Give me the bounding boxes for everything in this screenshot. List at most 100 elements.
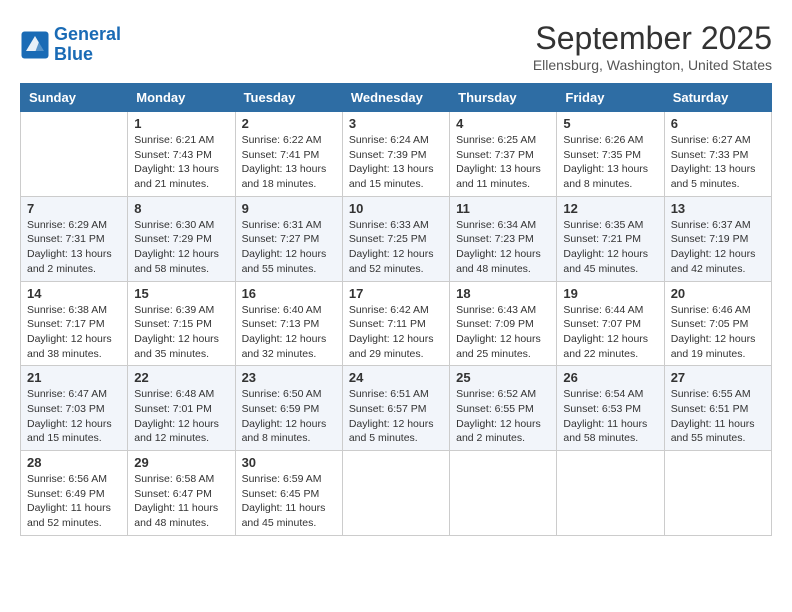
calendar-cell: 11 Sunrise: 6:34 AMSunset: 7:23 PMDayligh…	[450, 196, 557, 281]
day-header-monday: Monday	[128, 84, 235, 112]
day-info: Sunrise: 6:52 AMSunset: 6:55 PMDaylight:…	[456, 387, 550, 446]
calendar-cell: 21 Sunrise: 6:47 AMSunset: 7:03 PMDayligh…	[21, 366, 128, 451]
calendar-cell: 29Sunrise: 6:58 AMSunset: 6:47 PMDayligh…	[128, 451, 235, 536]
calendar-cell: 15Sunrise: 6:39 AMSunset: 7:15 PMDayligh…	[128, 281, 235, 366]
day-number: 18	[456, 286, 550, 301]
calendar-cell	[557, 451, 664, 536]
day-number: 27	[671, 370, 765, 385]
location-subtitle: Ellensburg, Washington, United States	[533, 57, 772, 73]
day-number: 13	[671, 201, 765, 216]
day-info: Sunrise: 6:26 AMSunset: 7:35 PMDaylight:…	[563, 133, 657, 192]
day-info: Sunrise: 6:39 AMSunset: 7:15 PMDaylight:…	[134, 303, 228, 362]
day-header-thursday: Thursday	[450, 84, 557, 112]
calendar-week-3: 14Sunrise: 6:38 AMSunset: 7:17 PMDayligh…	[21, 281, 772, 366]
calendar-week-4: 21 Sunrise: 6:47 AMSunset: 7:03 PMDayligh…	[21, 366, 772, 451]
day-number: 23	[242, 370, 336, 385]
day-number: 11	[456, 201, 550, 216]
day-number: 2	[242, 116, 336, 131]
calendar-cell: 2 Sunrise: 6:22 AMSunset: 7:41 PMDaylight…	[235, 112, 342, 197]
calendar-cell: 26Sunrise: 6:54 AMSunset: 6:53 PMDayligh…	[557, 366, 664, 451]
day-number: 7	[27, 201, 121, 216]
day-number: 30	[242, 455, 336, 470]
calendar-cell: 17Sunrise: 6:42 AMSunset: 7:11 PMDayligh…	[342, 281, 449, 366]
day-number: 17	[349, 286, 443, 301]
day-info: Sunrise: 6:56 AMSunset: 6:49 PMDaylight:…	[27, 472, 121, 531]
calendar-week-1: 1 Sunrise: 6:21 AMSunset: 7:43 PMDaylight…	[21, 112, 772, 197]
calendar-cell	[450, 451, 557, 536]
day-number: 24	[349, 370, 443, 385]
title-block: September 2025 Ellensburg, Washington, U…	[533, 20, 772, 73]
month-title: September 2025	[533, 20, 772, 57]
day-number: 28	[27, 455, 121, 470]
day-info: Sunrise: 6:59 AMSunset: 6:45 PMDaylight:…	[242, 472, 336, 531]
logo-icon	[20, 30, 50, 60]
calendar-cell: 5 Sunrise: 6:26 AMSunset: 7:35 PMDaylight…	[557, 112, 664, 197]
calendar-cell: 28 Sunrise: 6:56 AMSunset: 6:49 PMDayligh…	[21, 451, 128, 536]
day-info: Sunrise: 6:48 AMSunset: 7:01 PMDaylight:…	[134, 387, 228, 446]
calendar-cell: 20 Sunrise: 6:46 AMSunset: 7:05 PMDayligh…	[664, 281, 771, 366]
calendar-cell: 13 Sunrise: 6:37 AMSunset: 7:19 PMDayligh…	[664, 196, 771, 281]
day-info: Sunrise: 6:37 AMSunset: 7:19 PMDaylight:…	[671, 218, 765, 277]
day-info: Sunrise: 6:29 AMSunset: 7:31 PMDaylight:…	[27, 218, 121, 277]
day-number: 19	[563, 286, 657, 301]
day-number: 26	[563, 370, 657, 385]
day-number: 20	[671, 286, 765, 301]
day-number: 12	[563, 201, 657, 216]
day-number: 25	[456, 370, 550, 385]
day-info: Sunrise: 6:34 AMSunset: 7:23 PMDaylight:…	[456, 218, 550, 277]
day-number: 1	[134, 116, 228, 131]
calendar-cell: 6 Sunrise: 6:27 AMSunset: 7:33 PMDaylight…	[664, 112, 771, 197]
day-info: Sunrise: 6:43 AMSunset: 7:09 PMDaylight:…	[456, 303, 550, 362]
calendar-header-row: SundayMondayTuesdayWednesdayThursdayFrid…	[21, 84, 772, 112]
calendar-cell: 24 Sunrise: 6:51 AMSunset: 6:57 PMDayligh…	[342, 366, 449, 451]
day-info: Sunrise: 6:55 AMSunset: 6:51 PMDaylight:…	[671, 387, 765, 446]
day-number: 6	[671, 116, 765, 131]
day-header-wednesday: Wednesday	[342, 84, 449, 112]
day-header-saturday: Saturday	[664, 84, 771, 112]
day-info: Sunrise: 6:22 AMSunset: 7:41 PMDaylight:…	[242, 133, 336, 192]
day-number: 21	[27, 370, 121, 385]
day-number: 8	[134, 201, 228, 216]
logo-line1: General	[54, 24, 121, 44]
calendar-cell: 10Sunrise: 6:33 AMSunset: 7:25 PMDayligh…	[342, 196, 449, 281]
day-number: 29	[134, 455, 228, 470]
calendar-cell: 7 Sunrise: 6:29 AMSunset: 7:31 PMDaylight…	[21, 196, 128, 281]
day-number: 22	[134, 370, 228, 385]
day-info: Sunrise: 6:21 AMSunset: 7:43 PMDaylight:…	[134, 133, 228, 192]
day-header-tuesday: Tuesday	[235, 84, 342, 112]
day-info: Sunrise: 6:31 AMSunset: 7:27 PMDaylight:…	[242, 218, 336, 277]
page-header: General Blue September 2025 Ellensburg, …	[20, 20, 772, 73]
calendar-cell	[342, 451, 449, 536]
day-number: 5	[563, 116, 657, 131]
calendar-cell: 4 Sunrise: 6:25 AMSunset: 7:37 PMDaylight…	[450, 112, 557, 197]
day-number: 16	[242, 286, 336, 301]
day-info: Sunrise: 6:51 AMSunset: 6:57 PMDaylight:…	[349, 387, 443, 446]
day-info: Sunrise: 6:44 AMSunset: 7:07 PMDaylight:…	[563, 303, 657, 362]
calendar-cell: 25 Sunrise: 6:52 AMSunset: 6:55 PMDayligh…	[450, 366, 557, 451]
calendar-cell: 9 Sunrise: 6:31 AMSunset: 7:27 PMDaylight…	[235, 196, 342, 281]
calendar-cell: 8 Sunrise: 6:30 AMSunset: 7:29 PMDaylight…	[128, 196, 235, 281]
day-info: Sunrise: 6:46 AMSunset: 7:05 PMDaylight:…	[671, 303, 765, 362]
calendar-week-2: 7 Sunrise: 6:29 AMSunset: 7:31 PMDaylight…	[21, 196, 772, 281]
day-number: 9	[242, 201, 336, 216]
logo-text: General Blue	[54, 25, 121, 65]
calendar-cell: 16Sunrise: 6:40 AMSunset: 7:13 PMDayligh…	[235, 281, 342, 366]
day-info: Sunrise: 6:25 AMSunset: 7:37 PMDaylight:…	[456, 133, 550, 192]
day-header-sunday: Sunday	[21, 84, 128, 112]
day-info: Sunrise: 6:33 AMSunset: 7:25 PMDaylight:…	[349, 218, 443, 277]
day-number: 4	[456, 116, 550, 131]
calendar-cell: 1 Sunrise: 6:21 AMSunset: 7:43 PMDaylight…	[128, 112, 235, 197]
calendar-cell: 12Sunrise: 6:35 AMSunset: 7:21 PMDayligh…	[557, 196, 664, 281]
calendar-cell: 22 Sunrise: 6:48 AMSunset: 7:01 PMDayligh…	[128, 366, 235, 451]
day-info: Sunrise: 6:24 AMSunset: 7:39 PMDaylight:…	[349, 133, 443, 192]
day-number: 14	[27, 286, 121, 301]
day-info: Sunrise: 6:30 AMSunset: 7:29 PMDaylight:…	[134, 218, 228, 277]
logo-line2: Blue	[54, 44, 93, 64]
calendar-cell: 14Sunrise: 6:38 AMSunset: 7:17 PMDayligh…	[21, 281, 128, 366]
day-info: Sunrise: 6:27 AMSunset: 7:33 PMDaylight:…	[671, 133, 765, 192]
calendar-week-5: 28 Sunrise: 6:56 AMSunset: 6:49 PMDayligh…	[21, 451, 772, 536]
day-info: Sunrise: 6:47 AMSunset: 7:03 PMDaylight:…	[27, 387, 121, 446]
calendar-cell: 23Sunrise: 6:50 AMSunset: 6:59 PMDayligh…	[235, 366, 342, 451]
calendar-cell: 30 Sunrise: 6:59 AMSunset: 6:45 PMDayligh…	[235, 451, 342, 536]
logo: General Blue	[20, 25, 121, 65]
